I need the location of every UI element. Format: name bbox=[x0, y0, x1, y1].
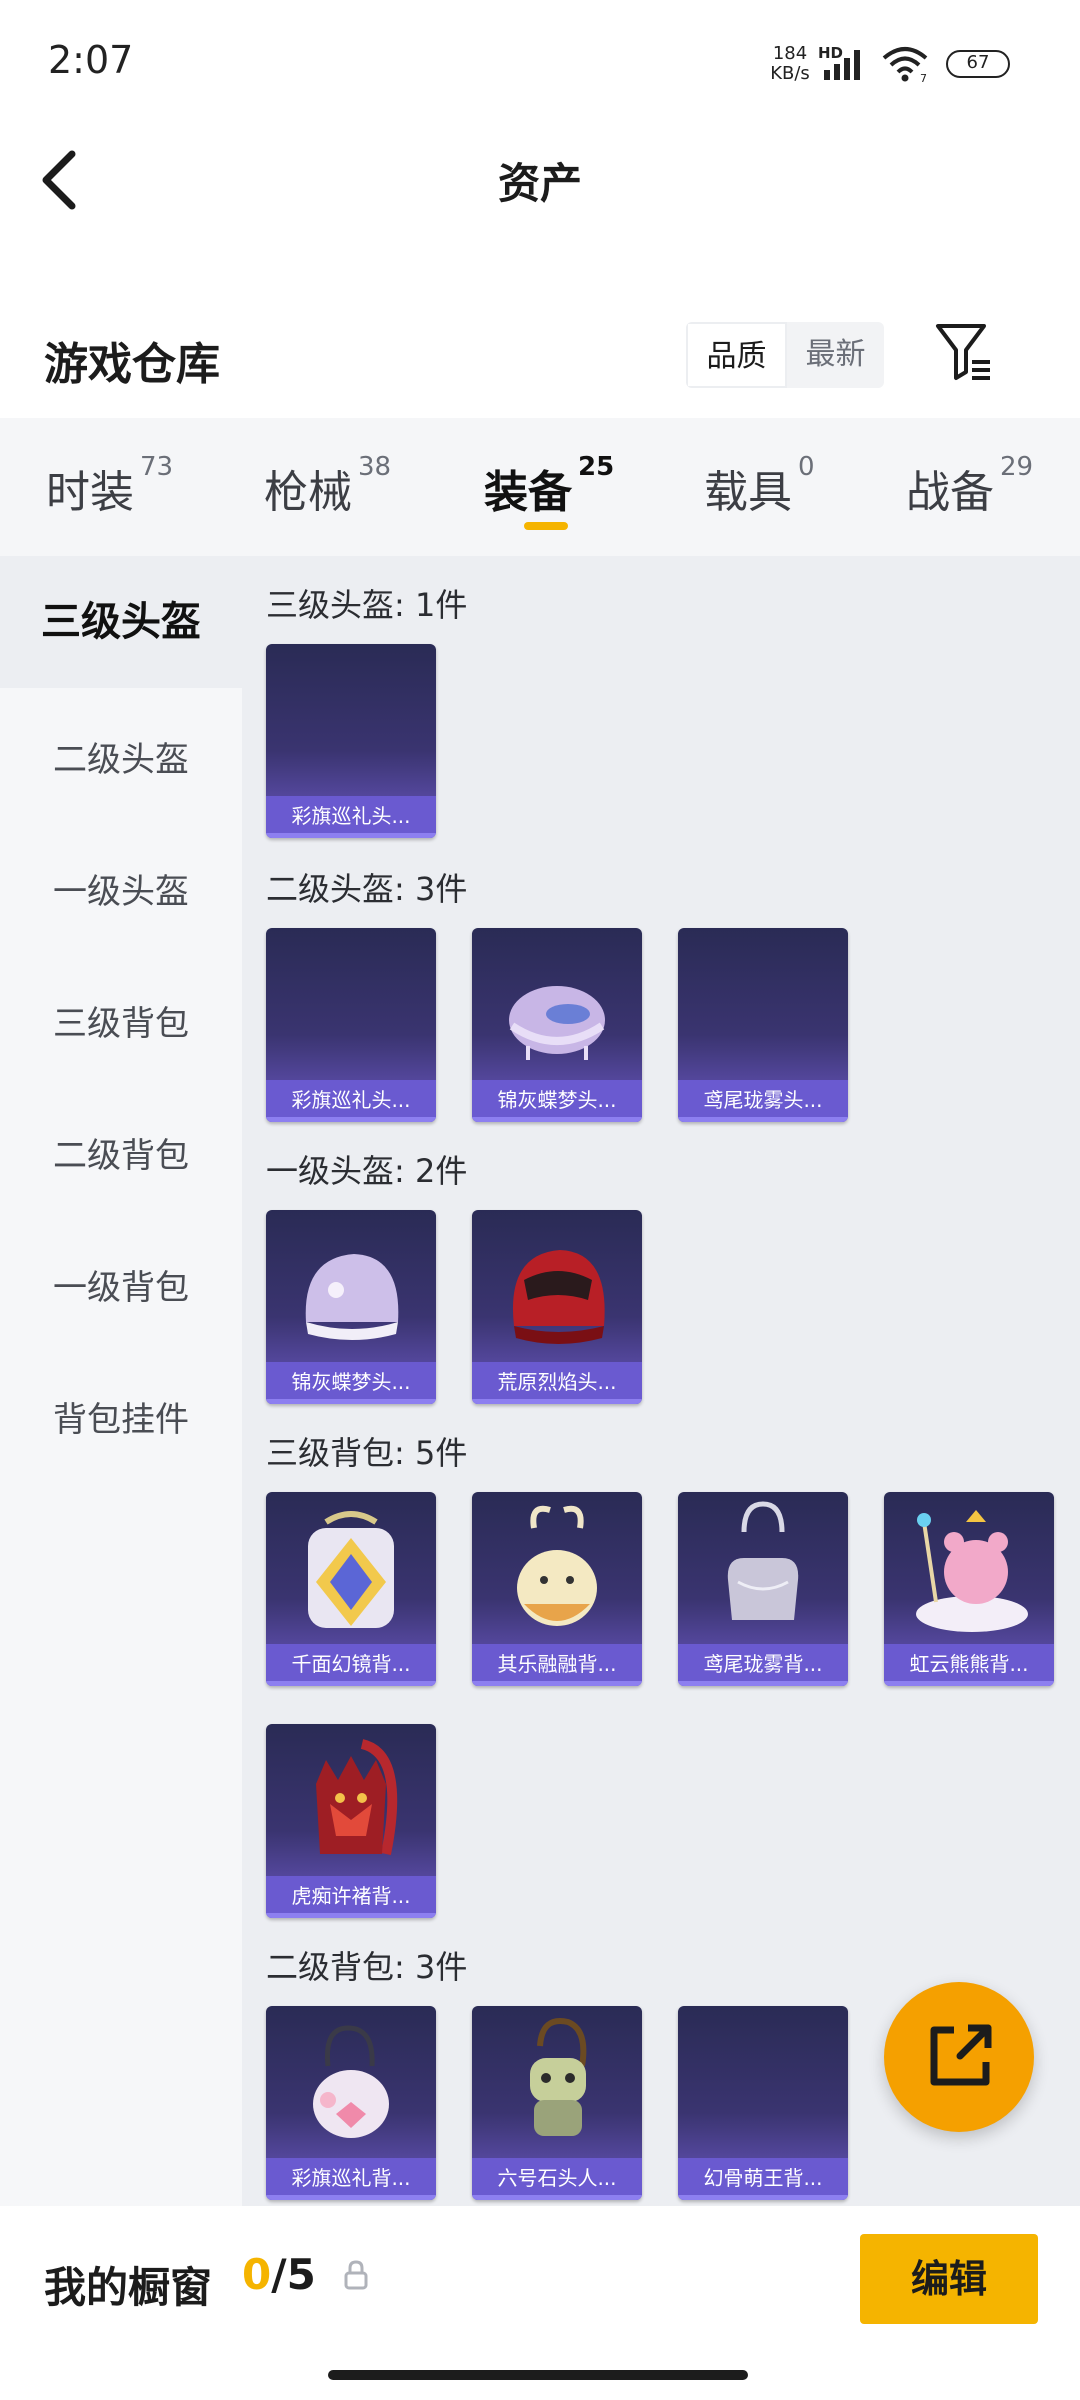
group-title: 一级头盔: 2件 bbox=[266, 1152, 468, 1190]
item-card[interactable]: 荒原烈焰头... bbox=[472, 1210, 642, 1404]
item-card[interactable]: 彩旗巡礼背... bbox=[266, 2006, 436, 2200]
helmet-icon bbox=[305, 1254, 399, 1340]
sort-option-quality[interactable]: 品质 bbox=[686, 322, 787, 388]
showcase-count: 0/5 bbox=[242, 2250, 316, 2299]
sidebar: 三级头盔 二级头盔 一级头盔 三级背包 二级背包 一级背包 背包挂件 bbox=[0, 556, 242, 2206]
item-card[interactable]: 彩旗巡礼头... bbox=[266, 644, 436, 838]
sidebar-item-helmet-1[interactable]: 一级头盔 bbox=[0, 864, 242, 913]
item-name: 荒原烈焰头... bbox=[472, 1362, 642, 1404]
group-title: 二级头盔: 3件 bbox=[266, 870, 468, 908]
item-card[interactable]: 鸢尾珑雾头... bbox=[678, 928, 848, 1122]
group-title: 二级背包: 3件 bbox=[266, 1948, 468, 1986]
sidebar-item-backpack-2[interactable]: 二级背包 bbox=[0, 1128, 242, 1177]
group-title: 三级头盔: 1件 bbox=[266, 586, 468, 624]
item-name: 彩旗巡礼头... bbox=[266, 1080, 436, 1122]
section-title: 游戏仓库 bbox=[44, 339, 220, 390]
item-name: 虹云熊熊背... bbox=[884, 1644, 1054, 1686]
item-name: 其乐融融背... bbox=[472, 1644, 642, 1686]
item-name: 千面幻镜背... bbox=[266, 1644, 436, 1686]
tab-equipment[interactable]: 装备 25 bbox=[484, 452, 614, 520]
item-name: 鸢尾珑雾背... bbox=[678, 1644, 848, 1686]
page-title: 资产 bbox=[497, 159, 582, 208]
sidebar-item-backpack-1[interactable]: 一级背包 bbox=[0, 1260, 242, 1309]
network-speed-unit: KB/s bbox=[770, 63, 810, 84]
item-card[interactable]: 六号石头人... bbox=[472, 2006, 642, 2200]
filter-icon[interactable] bbox=[934, 320, 994, 384]
sort-option-latest[interactable]: 最新 bbox=[787, 322, 884, 388]
showcase-total: /5 bbox=[271, 2250, 316, 2299]
tab-fashion[interactable]: 时装 73 bbox=[46, 452, 173, 520]
item-name: 虎痴许褚背... bbox=[266, 1876, 436, 1918]
item-grid: 三级头盔: 1件 彩旗巡礼头... 二级头盔: 3件 彩旗巡礼头... 锦灰蝶梦… bbox=[242, 556, 1080, 2206]
tab-indicator bbox=[524, 522, 568, 530]
battery-icon: 67 bbox=[946, 50, 1010, 78]
sidebar-item-backpack-charm[interactable]: 背包挂件 bbox=[0, 1392, 242, 1441]
backpack-icon bbox=[313, 2025, 389, 2138]
lock-icon bbox=[344, 2260, 368, 2290]
item-name: 六号石头人... bbox=[472, 2158, 642, 2200]
tab-vehicles[interactable]: 载具 0 bbox=[704, 452, 815, 520]
backpack-icon bbox=[517, 1505, 597, 1626]
home-indicator[interactable] bbox=[328, 2370, 748, 2380]
category-tabs: 时装 73 枪械 38 装备 25 载具 0 战备 29 bbox=[0, 418, 1080, 556]
group-title: 三级背包: 5件 bbox=[266, 1434, 468, 1472]
backpack-icon bbox=[530, 2018, 587, 2136]
share-icon bbox=[930, 2024, 992, 2086]
item-card[interactable]: 虎痴许褚背... bbox=[266, 1724, 436, 1918]
backpack-icon bbox=[916, 1510, 1028, 1632]
tab-weapons[interactable]: 枪械 38 bbox=[264, 452, 391, 520]
item-name: 锦灰蝶梦头... bbox=[266, 1362, 436, 1404]
item-card[interactable]: 其乐融融背... bbox=[472, 1492, 642, 1686]
item-card[interactable]: 幻骨萌王背... bbox=[678, 2006, 848, 2200]
showcase-current: 0 bbox=[242, 2250, 272, 2299]
item-name: 锦灰蝶梦头... bbox=[472, 1080, 642, 1122]
sidebar-item-helmet-3[interactable]: 三级头盔 bbox=[0, 556, 242, 688]
item-card[interactable]: 锦灰蝶梦头... bbox=[472, 928, 642, 1122]
sidebar-item-helmet-2[interactable]: 二级头盔 bbox=[0, 732, 242, 781]
item-card[interactable]: 虹云熊熊背... bbox=[884, 1492, 1054, 1686]
signal-icon bbox=[824, 50, 860, 80]
helmet-icon bbox=[512, 1250, 605, 1344]
item-name: 彩旗巡礼背... bbox=[266, 2158, 436, 2200]
backpack-icon bbox=[727, 1501, 799, 1620]
edit-button[interactable]: 编辑 bbox=[860, 2234, 1038, 2324]
tab-supplies[interactable]: 战备 29 bbox=[906, 452, 1033, 520]
wifi-icon: 7 bbox=[882, 47, 928, 84]
item-card[interactable]: 彩旗巡礼头... bbox=[266, 928, 436, 1122]
status-bar: 2:07 184 KB/s HD 7 67 bbox=[0, 0, 1080, 120]
network-speed-value: 184 bbox=[772, 43, 808, 64]
share-button[interactable] bbox=[884, 1982, 1034, 2132]
sidebar-item-backpack-3[interactable]: 三级背包 bbox=[0, 996, 242, 1045]
item-card[interactable]: 千面幻镜背... bbox=[266, 1492, 436, 1686]
status-time: 2:07 bbox=[48, 38, 134, 82]
item-card[interactable]: 鸢尾珑雾背... bbox=[678, 1492, 848, 1686]
item-name: 幻骨萌王背... bbox=[678, 2158, 848, 2200]
backpack-icon bbox=[316, 1739, 398, 1855]
item-name: 彩旗巡礼头... bbox=[266, 796, 436, 838]
helmet-icon bbox=[509, 986, 605, 1060]
sort-toggle: 品质 最新 bbox=[686, 322, 884, 388]
backpack-icon bbox=[308, 1511, 394, 1628]
wifi-number: 7 bbox=[920, 72, 927, 84]
network-speed: 184 KB/s bbox=[766, 44, 814, 84]
item-name: 鸢尾珑雾头... bbox=[678, 1080, 848, 1122]
showcase-label: 我的橱窗 bbox=[44, 2263, 213, 2312]
item-card[interactable]: 锦灰蝶梦头... bbox=[266, 1210, 436, 1404]
